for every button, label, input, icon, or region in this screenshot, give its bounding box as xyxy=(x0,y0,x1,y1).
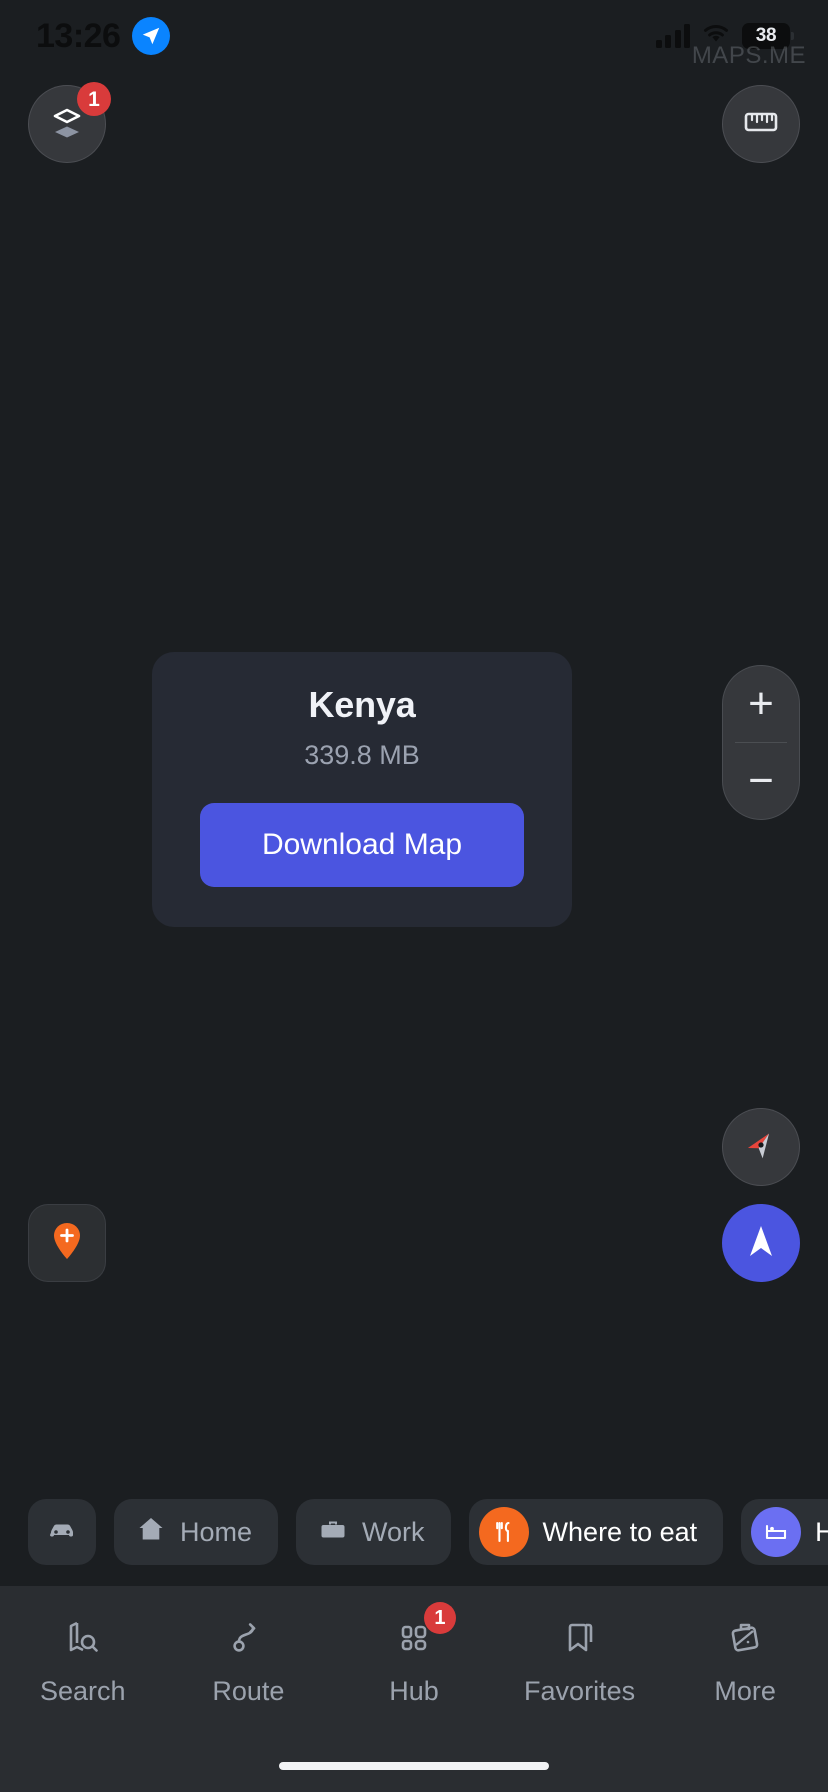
location-arrow-icon xyxy=(132,17,171,55)
tab-hub-label: Hub xyxy=(389,1676,439,1706)
more-briefcase-icon xyxy=(717,1612,773,1664)
car-icon xyxy=(45,1512,79,1553)
wifi-icon xyxy=(701,22,731,51)
chip-work[interactable]: Work xyxy=(296,1499,451,1565)
chip-where-to-eat-label: Where to eat xyxy=(542,1516,698,1547)
home-indicator xyxy=(279,1762,549,1770)
zoom-out-button[interactable]: − xyxy=(723,743,799,819)
my-location-button[interactable] xyxy=(722,1204,800,1282)
ruler-icon xyxy=(740,101,782,148)
chip-work-label: Work xyxy=(362,1516,425,1547)
cellular-signal-icon xyxy=(655,24,690,48)
tab-favorites-label: Favorites xyxy=(524,1676,636,1706)
quick-filter-chips: Home Work Where to eat H xyxy=(0,1494,828,1570)
chip-where-to-eat[interactable]: Where to eat xyxy=(468,1499,724,1565)
tab-hub-badge: 1 xyxy=(423,1602,456,1634)
tab-search[interactable]: Search xyxy=(0,1612,166,1792)
chip-hotel[interactable]: Hotel xyxy=(741,1499,828,1565)
tab-search-label: Search xyxy=(40,1676,126,1706)
hub-grid-icon: 1 xyxy=(386,1602,456,1664)
bookmark-icon xyxy=(552,1612,608,1664)
tab-more[interactable]: More xyxy=(662,1612,828,1792)
download-map-button[interactable]: Download Map xyxy=(200,803,524,887)
zoom-in-button[interactable]: + xyxy=(723,666,799,742)
measure-distance-button[interactable] xyxy=(722,85,800,163)
battery-icon: 38 xyxy=(742,23,794,49)
add-place-pin-icon xyxy=(48,1219,86,1268)
tab-more-label: More xyxy=(714,1676,776,1706)
compass-button[interactable] xyxy=(722,1108,800,1186)
status-bar-left: 13:26 xyxy=(36,16,171,56)
app-screen: 13:26 38 MAPS.ME 1 + − Kenya 339.8 MB Do… xyxy=(0,0,828,1792)
navigation-arrow-icon xyxy=(744,1222,778,1265)
layers-badge: 1 xyxy=(77,82,111,116)
status-bar-right: 38 xyxy=(655,22,794,51)
restaurant-icon xyxy=(478,1507,529,1557)
map-search-icon xyxy=(55,1612,111,1664)
chip-home[interactable]: Home xyxy=(114,1499,279,1565)
add-place-button[interactable] xyxy=(28,1204,106,1282)
home-icon xyxy=(136,1514,166,1551)
download-card-title: Kenya xyxy=(308,684,416,725)
download-card-size: 339.8 MB xyxy=(304,740,420,770)
chip-home-label: Home xyxy=(180,1516,253,1547)
download-map-card: Kenya 339.8 MB Download Map xyxy=(152,652,572,927)
hotel-bed-icon xyxy=(751,1507,802,1557)
status-bar: 13:26 38 xyxy=(0,0,828,72)
layers-button[interactable]: 1 xyxy=(28,82,111,163)
status-time: 13:26 xyxy=(36,16,121,55)
chip-hotel-label: Hotel xyxy=(815,1516,828,1547)
tab-route-label: Route xyxy=(212,1676,285,1706)
zoom-controls: + − xyxy=(722,665,800,820)
route-icon xyxy=(220,1612,276,1664)
battery-percent: 38 xyxy=(755,25,777,46)
compass-icon xyxy=(739,1123,783,1172)
chip-car[interactable] xyxy=(28,1499,96,1565)
briefcase-icon xyxy=(318,1514,348,1551)
